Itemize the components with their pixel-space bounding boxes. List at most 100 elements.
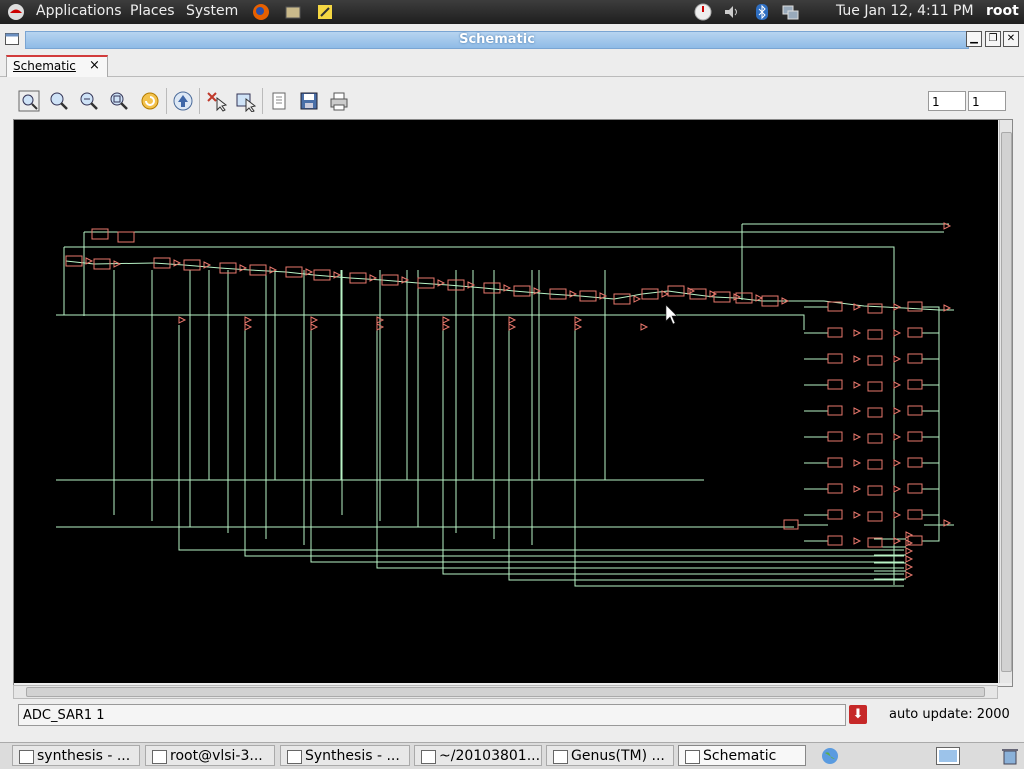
cell-instance	[827, 327, 843, 338]
zoom-in-icon[interactable]	[48, 90, 70, 112]
gate-instance	[905, 555, 914, 563]
task-folder[interactable]: ~/20103801...	[414, 745, 542, 766]
select-options-icon[interactable]	[235, 90, 257, 112]
net-wire	[249, 269, 287, 273]
tab-schematic[interactable]: Schematic ×	[6, 55, 108, 77]
gate-instance	[893, 355, 902, 363]
task-synthesis-doc[interactable]: Synthesis - ...	[280, 745, 410, 766]
zoom-area-icon[interactable]	[108, 90, 130, 112]
cell-instance	[827, 535, 843, 546]
clock-icon[interactable]	[694, 3, 712, 21]
cell-instance	[907, 431, 923, 442]
menu-applications[interactable]: Applications	[36, 3, 122, 19]
window-icon	[553, 750, 568, 764]
trash-icon[interactable]	[1000, 747, 1020, 765]
cell-instance	[907, 301, 923, 312]
vertical-scrollbar[interactable]	[999, 120, 1012, 683]
toolbar: 1 1	[0, 80, 1024, 120]
cell-instance	[867, 433, 883, 444]
cell-instance	[907, 457, 923, 468]
file-manager-icon[interactable]	[284, 3, 302, 21]
zoom-out-icon[interactable]	[78, 90, 100, 112]
task-terminal[interactable]: root@vlsi-3...	[145, 745, 275, 766]
cell-instance	[827, 457, 843, 468]
clock[interactable]: Tue Jan 12, 4:11 PM	[836, 3, 974, 19]
horizontal-scrollbar[interactable]	[13, 685, 998, 699]
tab-strip: Schematic ×	[0, 52, 1024, 77]
download-button[interactable]: ⬇	[849, 705, 867, 724]
cell-instance	[907, 483, 923, 494]
gate-instance	[369, 274, 378, 282]
net-wire	[183, 264, 221, 269]
vertical-scroll-thumb[interactable]	[1001, 132, 1012, 672]
deselect-icon[interactable]	[205, 90, 227, 112]
cell-instance	[907, 379, 923, 390]
bluetooth-icon[interactable]	[753, 3, 771, 21]
cell-instance	[867, 355, 883, 366]
page-total-input[interactable]: 1	[968, 91, 1006, 111]
volume-icon[interactable]	[723, 3, 741, 21]
gate-instance	[893, 511, 902, 519]
task-label: Schematic	[703, 748, 777, 764]
net-wire	[922, 310, 940, 386]
redhat-logo-icon[interactable]	[7, 3, 25, 21]
firefox-icon[interactable]	[252, 3, 270, 21]
document-icon	[287, 750, 302, 764]
task-synthesis[interactable]: synthesis - ...	[12, 745, 140, 766]
close-button[interactable]: ✕	[1003, 31, 1019, 47]
cell-instance	[827, 353, 843, 364]
zoom-fit-icon[interactable]	[18, 90, 40, 112]
notes-icon[interactable]	[316, 3, 334, 21]
refresh-icon[interactable]	[139, 90, 161, 112]
schematic-canvas[interactable]	[14, 120, 998, 683]
cell-instance	[867, 303, 883, 314]
properties-icon[interactable]	[268, 90, 290, 112]
cell-instance	[827, 509, 843, 520]
task-label: Genus(TM) ...	[571, 748, 665, 764]
menu-system[interactable]: System	[186, 3, 238, 19]
print-icon[interactable]	[328, 90, 350, 112]
net-wire	[442, 325, 904, 575]
network-icon[interactable]	[781, 3, 799, 21]
globe-icon[interactable]	[820, 746, 840, 766]
net-wire	[667, 290, 691, 295]
cell-instance	[867, 459, 883, 470]
net-wire	[313, 274, 351, 279]
cell-instance	[867, 329, 883, 340]
gate-instance	[853, 329, 862, 337]
gate-instance	[733, 293, 742, 301]
net-wire	[64, 246, 895, 585]
net-wire	[922, 310, 940, 490]
task-label: Synthesis - ...	[305, 748, 400, 764]
schematic-view[interactable]	[13, 119, 1013, 687]
gate-instance	[661, 290, 670, 298]
horizontal-scroll-thumb[interactable]	[26, 687, 985, 697]
cell-instance	[783, 519, 799, 530]
gate-instance	[310, 316, 319, 324]
window-titlebar[interactable]: Schematic	[0, 29, 1024, 49]
cell-instance	[867, 407, 883, 418]
cell-instance	[867, 485, 883, 496]
save-icon[interactable]	[298, 90, 320, 112]
selected-instance-field[interactable]: ADC_SAR1 1	[18, 704, 846, 726]
task-genus[interactable]: Genus(TM) ...	[546, 745, 674, 766]
mouse-cursor-icon	[665, 304, 678, 325]
window-menu-icon[interactable]	[5, 33, 19, 45]
task-schematic[interactable]: Schematic	[678, 745, 806, 766]
net-wire	[922, 310, 940, 438]
page-number-input[interactable]: 1	[928, 91, 966, 111]
maximize-button[interactable]: ❐	[985, 31, 1001, 47]
tab-close-icon[interactable]: ×	[89, 58, 100, 73]
minimize-button[interactable]: ▁	[966, 31, 982, 47]
workspace-1-icon[interactable]	[936, 747, 960, 765]
menu-places[interactable]: Places	[130, 3, 175, 19]
folder-icon	[421, 750, 436, 764]
top-panel: Applications Places System Tue Jan 12, 4…	[0, 0, 1024, 24]
user-name[interactable]: root	[986, 3, 1019, 19]
cell-instance	[827, 405, 843, 416]
cell-instance	[867, 381, 883, 392]
gate-instance	[853, 433, 862, 441]
up-hierarchy-icon[interactable]	[172, 90, 194, 112]
net-wire	[381, 279, 419, 284]
net-wire	[922, 310, 940, 516]
